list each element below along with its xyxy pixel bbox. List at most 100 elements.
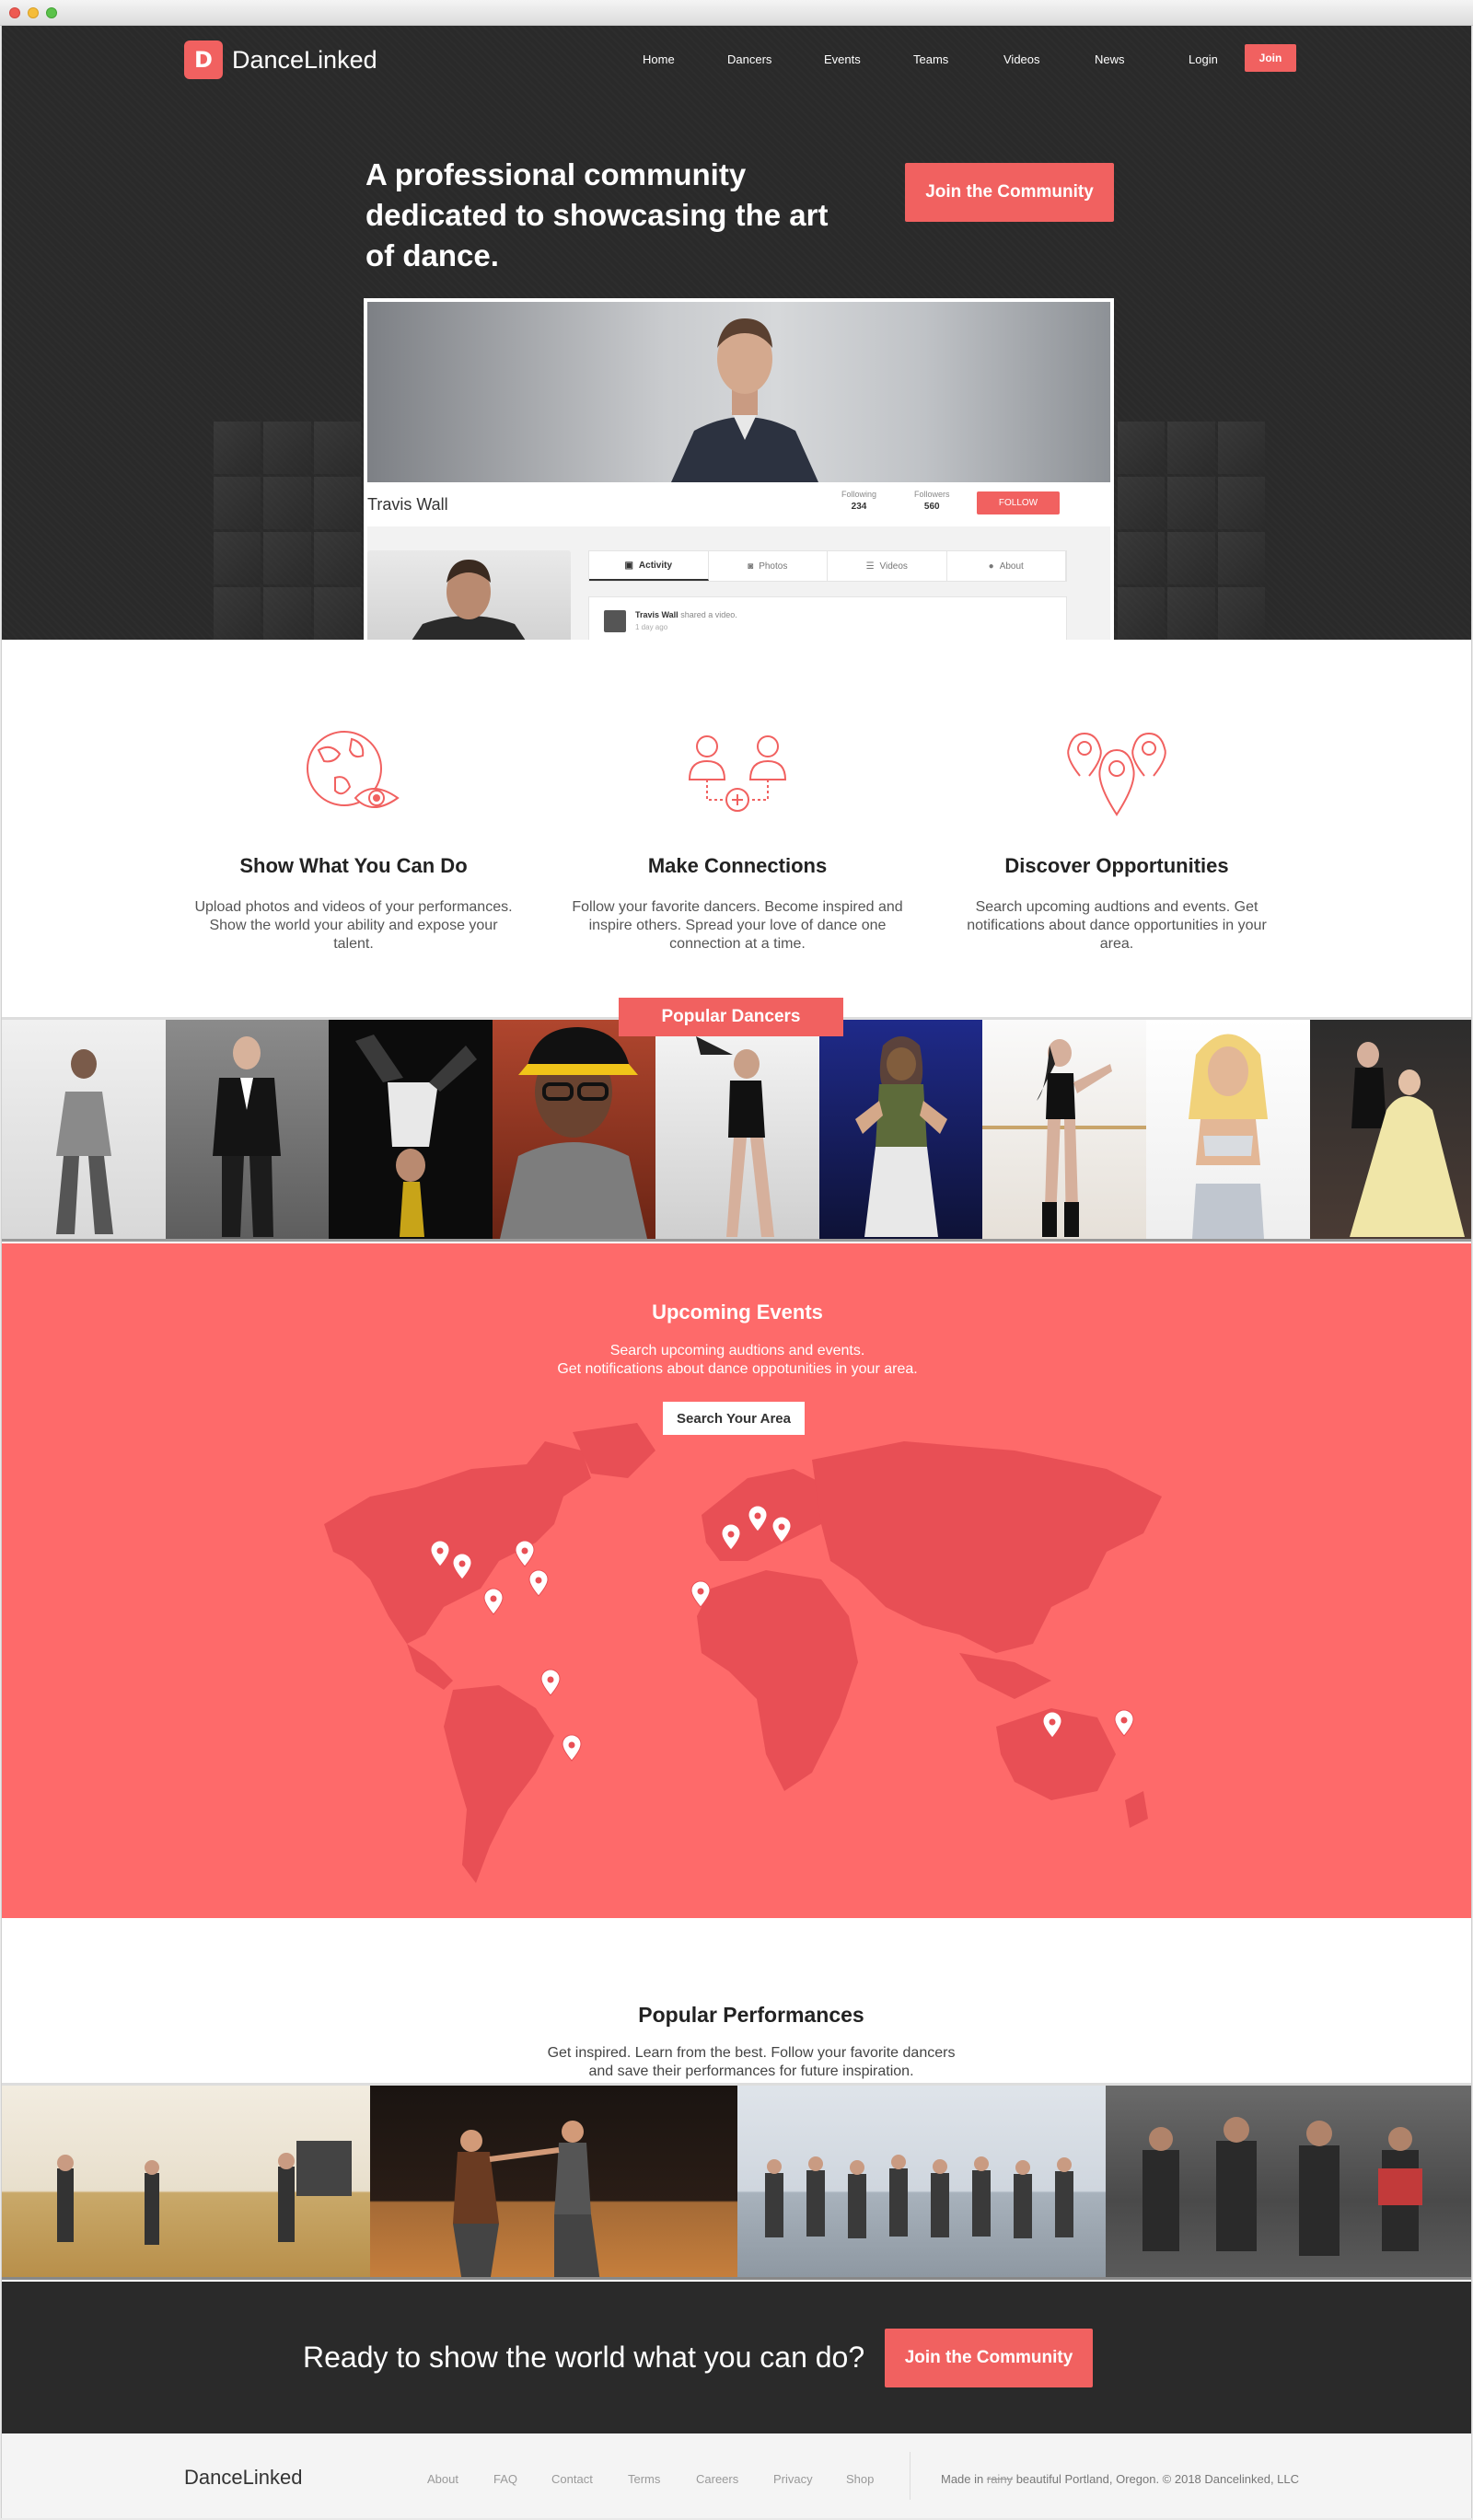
profile-name: Travis Wall [367, 495, 448, 514]
copyright-struck-word: rainy [986, 2472, 1014, 2486]
continent-north-america [324, 1441, 591, 1644]
feature-title: Make Connections [647, 854, 828, 877]
performances-strip [2, 2083, 1471, 2280]
map-pin-icon[interactable] [515, 1540, 535, 1567]
dancer-card[interactable] [655, 1020, 819, 1239]
performances-subtitle-line: and save their performances for future i… [588, 2063, 914, 2079]
dancer-photo [1188, 1034, 1268, 1239]
popular-performances-section: Popular Performances Get inspired. Learn… [2, 1918, 1471, 2110]
continent-africa [697, 1570, 858, 1791]
map-pin-icon[interactable] [483, 1588, 504, 1615]
dancer-card[interactable] [818, 1020, 983, 1239]
nav-item-teams[interactable]: Teams [913, 52, 948, 66]
feed-action: shared a video. [680, 610, 737, 619]
nav-item-events[interactable]: Events [824, 52, 861, 66]
cover-person-figure [671, 318, 818, 482]
feature-description: Follow your favorite dancers. Become ins… [572, 899, 903, 952]
tab-about[interactable]: ● About [947, 551, 1066, 581]
continent-asia [812, 1441, 1162, 1653]
connect-people-icon [688, 735, 787, 812]
footer-link-about[interactable]: About [427, 2472, 458, 2486]
dancer-photo [354, 1035, 477, 1237]
footer-link-shop[interactable]: Shop [846, 2472, 874, 2486]
feed-user[interactable]: Travis Wall [635, 610, 679, 619]
map-pin-icon[interactable] [1114, 1709, 1134, 1737]
feed-time: 1 day ago [635, 623, 668, 631]
footer-link-contact[interactable]: Contact [551, 2472, 593, 2486]
cta-join-community-button[interactable]: Join the Community [885, 2329, 1093, 2387]
nav-item-videos[interactable]: Videos [1003, 52, 1040, 66]
feed-text: Travis Wall shared a video. [635, 610, 737, 619]
dancer-card[interactable] [1309, 1020, 1471, 1239]
tab-about-label: About [999, 561, 1024, 572]
ballroom-couple [452, 2121, 599, 2277]
dancer-card[interactable] [2, 1020, 166, 1239]
tab-photos[interactable]: ◙ Photos [709, 551, 828, 581]
footer-link-terms[interactable]: Terms [628, 2472, 660, 2486]
upcoming-events-section: Upcoming Events Search upcoming audtions… [2, 1243, 1471, 1918]
follow-button[interactable]: FOLLOW [977, 491, 1060, 514]
feed-avatar [604, 610, 626, 632]
following-label: Following [841, 490, 877, 499]
map-pin-icon[interactable] [562, 1734, 582, 1762]
profile-cover-photo [367, 302, 1110, 482]
footer-link-privacy[interactable]: Privacy [773, 2472, 813, 2486]
footer-logo[interactable]: DanceLinked [184, 2466, 302, 2490]
feature-title: Discover Opportunities [1004, 854, 1229, 877]
login-link[interactable]: Login [1189, 52, 1218, 66]
map-pins-icon [1067, 732, 1166, 816]
map-pin-icon[interactable] [540, 1669, 561, 1696]
hero-join-community-button[interactable]: Join the Community [905, 163, 1114, 222]
tab-activity-label: Activity [638, 560, 673, 571]
dancer-card[interactable] [165, 1020, 330, 1239]
dancer-card[interactable] [1145, 1020, 1310, 1239]
avatar-person-figure [412, 560, 526, 640]
performances-title: Popular Performances [638, 2003, 864, 2027]
street-flashmob [1142, 2117, 1422, 2256]
performance-video-thumbnail[interactable] [737, 2086, 1106, 2277]
studio-dancers [57, 2141, 352, 2245]
footer-link-faq[interactable]: FAQ [493, 2472, 517, 2486]
footer-link-careers[interactable]: Careers [696, 2472, 738, 2486]
dancer-photo [213, 1036, 282, 1237]
tab-activity[interactable]: ▣ Activity [589, 551, 709, 581]
dancer-card[interactable] [329, 1020, 493, 1239]
brand-logo[interactable]: D DanceLinked [184, 40, 377, 79]
logo-mark-icon: D [184, 40, 223, 79]
following-stat[interactable]: Following 234 [841, 490, 876, 512]
dancer-card[interactable] [982, 1020, 1146, 1239]
join-button[interactable]: Join [1245, 44, 1296, 72]
continent-new-zealand [1125, 1791, 1148, 1828]
copyright-suffix: beautiful Portland, Oregon. © 2018 Dance… [1015, 2472, 1300, 2486]
nav-item-news[interactable]: News [1095, 52, 1125, 66]
features-section: Show What You Can Do Upload photos and v… [2, 640, 1471, 1017]
maximize-window-icon[interactable] [46, 7, 57, 18]
feature-description: Search upcoming audtions and events. Get… [967, 899, 1267, 952]
events-title: Upcoming Events [652, 1300, 823, 1324]
dancer-photo [500, 1027, 648, 1239]
performance-video-thumbnail[interactable] [369, 2086, 737, 2277]
feature-show-what-you-can-do: Show What You Can Do Upload photos and v… [188, 722, 519, 954]
popular-dancers-label[interactable]: Popular Dancers [619, 998, 843, 1036]
dancer-photo [1037, 1039, 1113, 1237]
followers-label: Followers [914, 490, 950, 499]
copyright-prefix: Made in [941, 2472, 984, 2486]
performance-video-thumbnail[interactable] [1105, 2086, 1471, 2277]
close-window-icon[interactable] [9, 7, 20, 18]
nav-item-home[interactable]: Home [643, 52, 675, 66]
performances-subtitle-line: Get inspired. Learn from the best. Follo… [547, 2045, 956, 2061]
map-pin-icon[interactable] [528, 1569, 549, 1597]
nav-item-dancers[interactable]: Dancers [727, 52, 771, 66]
followers-stat[interactable]: Followers 560 [914, 490, 950, 512]
profile-name-bar: Travis Wall Following 234 Followers 560 … [367, 482, 1110, 526]
continent-south-america [444, 1685, 554, 1883]
performance-video-thumbnail[interactable] [2, 2086, 370, 2277]
dancer-photo [1350, 1042, 1466, 1237]
footer: DanceLinked About FAQ Contact Terms Care… [2, 2433, 1471, 2518]
dancer-card[interactable] [492, 1020, 656, 1239]
minimize-window-icon[interactable] [28, 7, 39, 18]
user-icon: ● [988, 561, 994, 572]
tab-photos-label: Photos [759, 561, 788, 572]
tab-videos[interactable]: ☰ Videos [828, 551, 947, 581]
following-count: 234 [851, 502, 867, 512]
